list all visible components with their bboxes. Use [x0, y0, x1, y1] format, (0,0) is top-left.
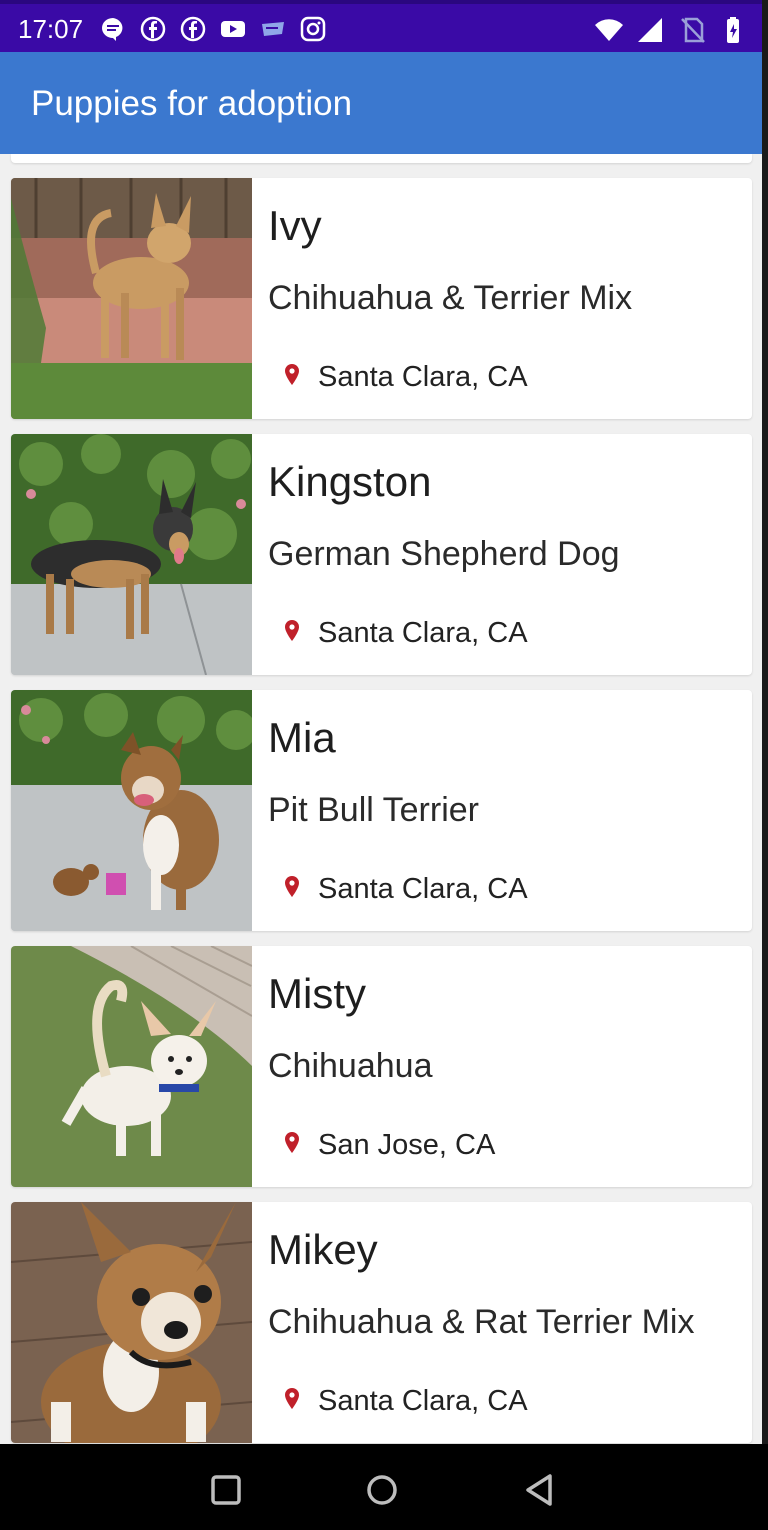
back-triangle-icon[interactable] [520, 1470, 560, 1510]
puppy-list[interactable]: Ivy Chihuahua & Terrier Mix Santa Clara,… [0, 154, 762, 1444]
status-time: 17:07 [18, 14, 84, 44]
location-pin-icon [285, 1132, 299, 1153]
youtube-icon [221, 21, 245, 37]
puppy-card[interactable]: Ivy Chihuahua & Terrier Mix Santa Clara,… [11, 178, 752, 419]
location-pin-icon [285, 364, 299, 385]
battery-icon [727, 17, 739, 43]
wifi-icon [595, 19, 623, 41]
home-circle-icon[interactable] [362, 1470, 402, 1510]
puppy-name: Mia [268, 714, 336, 761]
puppy-photo [11, 946, 252, 1187]
puppy-card[interactable]: Mia Pit Bull Terrier Santa Clara, CA [11, 690, 752, 931]
location-pin-icon [285, 876, 299, 897]
puppy-breed: Chihuahua [268, 1047, 433, 1085]
puppy-name: Mikey [268, 1226, 378, 1273]
puppy-breed: Chihuahua & Rat Terrier Mix [268, 1303, 695, 1341]
puppy-location: Santa Clara, CA [318, 361, 528, 393]
no-sim-icon [681, 17, 705, 43]
window-edge [762, 0, 768, 1444]
puppy-photo [11, 434, 252, 675]
chat-bubble-icon [102, 18, 123, 41]
puppy-location: San Jose, CA [318, 1129, 496, 1161]
puppy-name: Ivy [268, 202, 322, 249]
puppy-name: Misty [268, 970, 366, 1017]
system-status-icons [594, 16, 750, 44]
facebook-icon [180, 16, 206, 42]
location-pin-icon [285, 620, 299, 641]
notification-icons [100, 16, 326, 42]
location-pin-icon [285, 1388, 299, 1409]
facebook-icon [140, 16, 166, 42]
puppy-breed: Chihuahua & Terrier Mix [268, 279, 633, 317]
puppy-location: Santa Clara, CA [318, 873, 528, 905]
instagram-icon [300, 16, 326, 42]
status-bar: 17:07 [0, 0, 768, 52]
puppy-photo [11, 178, 252, 419]
page-title: Puppies for adoption [31, 84, 353, 123]
puppy-card[interactable]: Mikey Chihuahua & Rat Terrier Mix Santa … [11, 1202, 752, 1443]
news-icon [262, 22, 284, 36]
puppy-location: Santa Clara, CA [318, 1385, 528, 1417]
previous-card-edge[interactable] [11, 154, 752, 163]
puppy-photo [11, 1202, 252, 1443]
app-bar: Puppies for adoption [0, 52, 762, 154]
puppy-breed: German Shepherd Dog [268, 535, 620, 573]
system-nav-bar [0, 1444, 768, 1530]
signal-icon [638, 18, 662, 42]
puppy-name: Kingston [268, 458, 432, 505]
recents-square-icon[interactable] [206, 1470, 246, 1510]
puppy-card[interactable]: Misty Chihuahua San Jose, CA [11, 946, 752, 1187]
puppy-card[interactable]: Kingston German Shepherd Dog Santa Clara… [11, 434, 752, 675]
puppy-breed: Pit Bull Terrier [268, 791, 479, 829]
puppy-location: Santa Clara, CA [318, 617, 528, 649]
puppy-photo [11, 690, 252, 931]
